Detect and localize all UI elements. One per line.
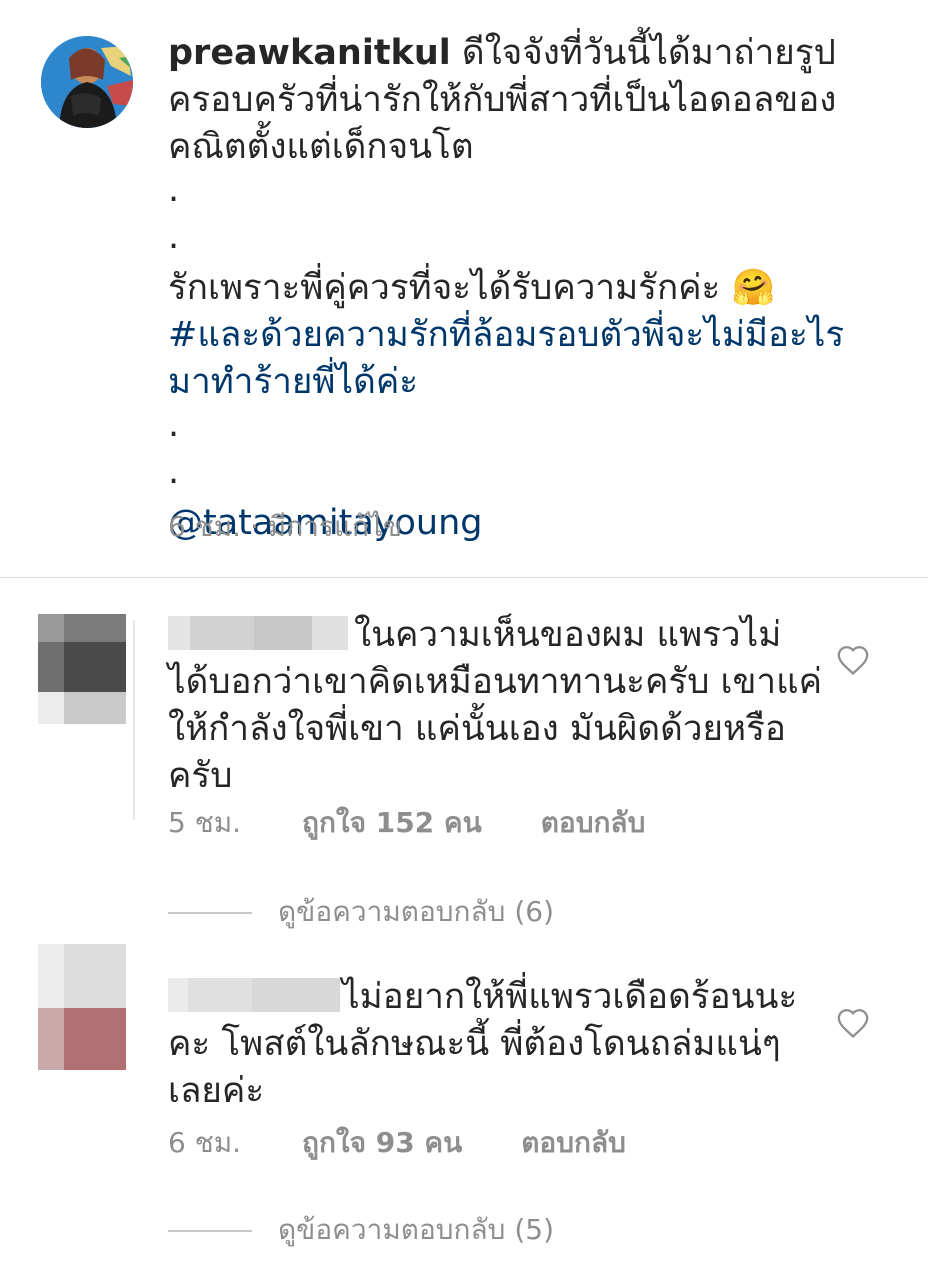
hashtag-link-cont[interactable]: มาทำร้ายพี่ได้ค่ะ: [168, 359, 888, 406]
heart-outline-icon[interactable]: [836, 1007, 870, 1039]
reply-button[interactable]: ตอบกลับ: [541, 806, 646, 839]
caption-line-1: ดีใจจังที่วันนี้ได้มาถ่ายรูป: [461, 33, 836, 73]
thread-line: [133, 620, 135, 820]
comment-line-2: ได้บอกว่าเขาคิดเหมือนทาทานะครับ เขาแค่: [168, 662, 823, 702]
caption-avatar[interactable]: [41, 36, 133, 128]
comment-line-2: คะ โพสต์ในลักษณะนี้ พี่ต้องโดนถล่มแน่ๆ: [168, 1024, 781, 1064]
caption-dot: .: [168, 405, 180, 445]
caption-time: 6 ชม.: [168, 510, 242, 543]
comment-text: ไม่อยากให้พี่แพรวเดือดร้อนนะ คะ โพสต์ในล…: [168, 974, 818, 1115]
divider: [0, 577, 928, 578]
caption-dot: .: [168, 452, 180, 492]
comment-time: 6 ชม.: [168, 1126, 242, 1159]
reply-line: [168, 1230, 252, 1232]
edited-label: มีการแก้ไข: [267, 510, 403, 543]
view-replies-label: ดูข้อความตอบกลับ (5): [278, 1213, 554, 1246]
caption-meta: 6 ชม. · มีการแก้ไข: [168, 505, 402, 549]
caption-line-2: ครอบครัวที่น่ารักให้กับพี่สาวที่เป็นไอดอ…: [168, 80, 837, 120]
likes-count[interactable]: ถูกใจ 152 คน: [302, 806, 482, 839]
view-replies-button[interactable]: ดูข้อความตอบกลับ (6): [168, 890, 554, 934]
caption-line-4: รักเพราะพี่คู่ควรที่จะได้รับความรักค่ะ: [168, 268, 721, 308]
comment-line-4: ครับ: [168, 756, 233, 796]
caption-line-3: คณิตตั้งแต่เด็กจนโต: [168, 127, 474, 167]
caption-username[interactable]: preawkanitkul: [168, 33, 451, 73]
comment-avatar[interactable]: [38, 614, 126, 724]
comment-line-1: ไม่อยากให้พี่แพรวเดือดร้อนนะ: [342, 977, 798, 1017]
comment-line-1: ในความเห็นของผม แพรวไม่: [354, 615, 782, 655]
heart-outline-icon[interactable]: [836, 644, 870, 676]
blurred-username[interactable]: [168, 616, 348, 650]
comment-meta: 5 ชม. ถูกใจ 152 คน ตอบกลับ: [168, 801, 645, 845]
view-replies-button[interactable]: ดูข้อความตอบกลับ (5): [168, 1208, 554, 1252]
view-replies-label: ดูข้อความตอบกลับ (6): [278, 895, 554, 928]
hugging-face-emoji: 🤗: [731, 268, 776, 308]
reply-button[interactable]: ตอบกลับ: [521, 1126, 626, 1159]
comment-avatar[interactable]: [38, 944, 126, 1070]
reply-line: [168, 912, 252, 914]
comment-text: ในความเห็นของผม แพรวไม่ ได้บอกว่าเขาคิดเ…: [168, 612, 823, 800]
comment-line-3: ให้กำลังใจพี่เขา แค่นั้นเอง มันผิดด้วยหร…: [168, 709, 786, 749]
hashtag-link[interactable]: #และด้วยความรักที่ล้อมรอบตัวพี่จะไม่มีอะ…: [168, 312, 888, 359]
caption-dot: .: [168, 170, 180, 210]
caption-dot: .: [168, 217, 180, 257]
comment-time: 5 ชม.: [168, 806, 242, 839]
avatar-image: [41, 36, 133, 128]
comment-line-3: เลยค่ะ: [168, 1071, 265, 1111]
comment-meta: 6 ชม. ถูกใจ 93 คน ตอบกลับ: [168, 1121, 626, 1165]
blurred-username[interactable]: [168, 978, 340, 1012]
caption-text: preawkanitkul ดีใจจังที่วันนี้ได้มาถ่ายร…: [168, 30, 888, 547]
likes-count[interactable]: ถูกใจ 93 คน: [302, 1126, 462, 1159]
meta-separator: ·: [241, 510, 268, 543]
